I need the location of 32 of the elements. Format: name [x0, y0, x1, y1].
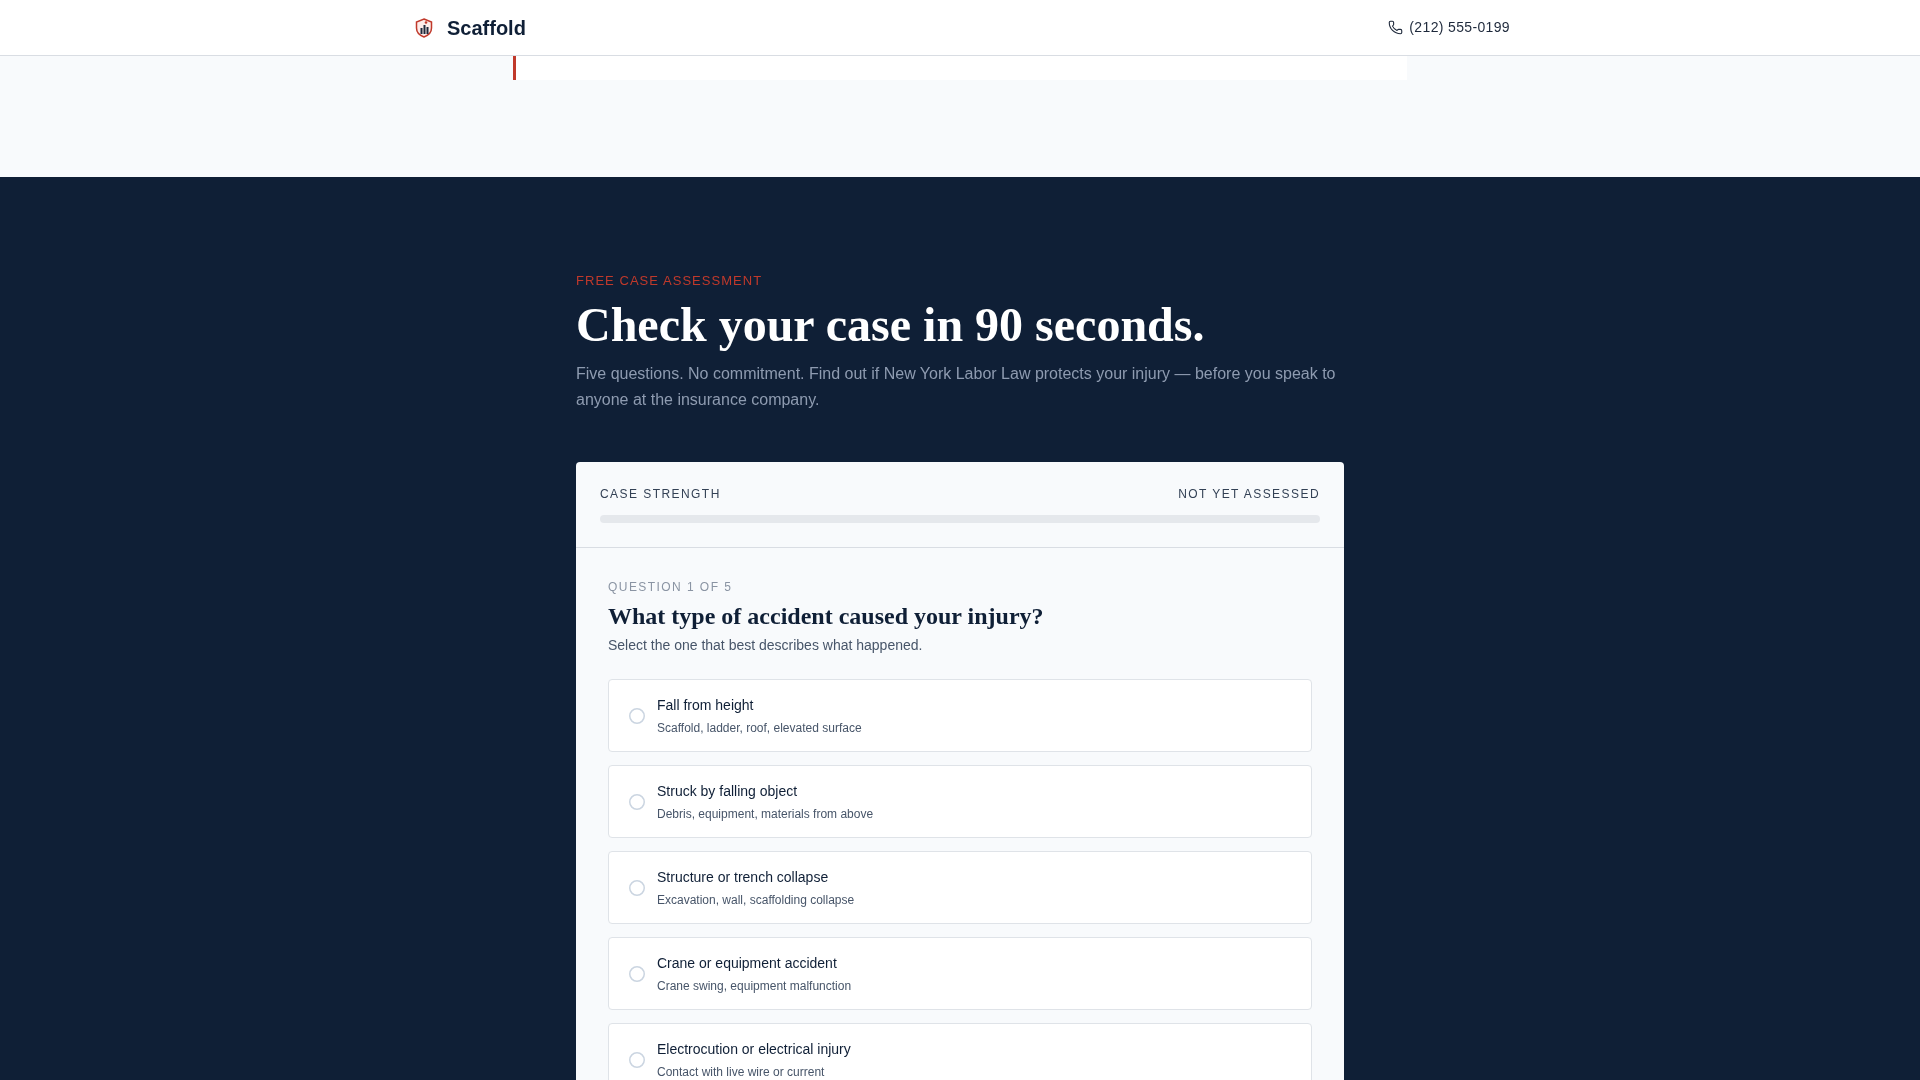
- option-description: Contact with live wire or current: [657, 1064, 826, 1080]
- radio-icon[interactable]: [629, 707, 645, 724]
- answer-option[interactable]: Fall from height Scaffold, ladder, roof, elevated surface: [608, 679, 1312, 752]
- radio-icon[interactable]: [629, 879, 645, 896]
- radio-icon[interactable]: [629, 793, 645, 810]
- radio-icon[interactable]: [629, 1051, 645, 1068]
- answer-option[interactable]: Struck by falling object Debris, equipment, materials from above: [608, 765, 1312, 838]
- phone-number[interactable]: (212) 555-0199: [1409, 17, 1510, 38]
- option-description: Debris, equipment, materials from above: [657, 806, 874, 822]
- strength-status: NOT YET ASSESSED: [1178, 486, 1320, 502]
- intro-text: Five questions. No commitment. Find out if New York Labor Law protects your injury — before you speak to anyone at the insurance company.: [576, 364, 1337, 410]
- option-title: Structure or trench collapse: [657, 868, 830, 887]
- brand-name[interactable]: Scaffold: [447, 12, 526, 43]
- question-hint: Select the one that best describes what happened.: [608, 636, 924, 655]
- option-description: Crane swing, equipment malfunction: [657, 978, 852, 994]
- phone-icon: [1388, 20, 1404, 35]
- option-title: Electrocution or electrical injury: [657, 1040, 851, 1059]
- option-title: Fall from height: [657, 696, 755, 715]
- answer-option[interactable]: Crane or equipment accident Crane swing, equipment malfunction: [608, 937, 1312, 1010]
- option-title: Crane or equipment accident: [657, 954, 838, 973]
- option-description: Excavation, wall, scaffolding collapse: [657, 892, 855, 908]
- answer-option[interactable]: Structure or trench collapse Excavation, wall, scaffolding collapse: [608, 851, 1312, 924]
- option-description: Scaffold, ladder, roof, elevated surface: [657, 720, 862, 736]
- option-title: Struck by falling object: [657, 782, 799, 801]
- radio-icon[interactable]: [629, 965, 645, 982]
- answer-option[interactable]: Electrocution or electrical injury Contact with live wire or current: [608, 1023, 1312, 1080]
- strength-label: CASE STRENGTH: [600, 486, 721, 502]
- question-title: What type of accident caused your injury?: [608, 602, 1045, 631]
- shield-logo-icon: [415, 17, 433, 38]
- eyebrow-label: FREE CASE ASSESSMENT: [576, 272, 764, 290]
- question-counter: QUESTION 1 OF 5: [608, 579, 734, 595]
- page-heading: Check your case in 90 seconds.: [576, 297, 1206, 353]
